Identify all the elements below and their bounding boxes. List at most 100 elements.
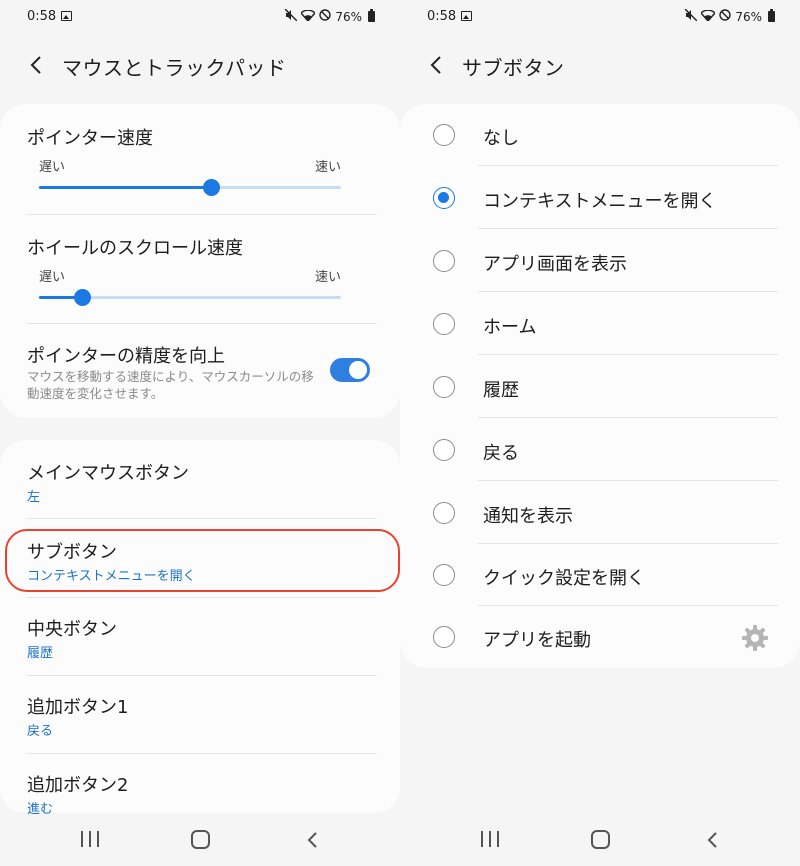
slow-label: 遅い <box>39 270 66 285</box>
divider <box>478 291 778 292</box>
divider <box>478 417 778 418</box>
mouse-buttons-card: メインマウスボタン 左 サブボタン コンテキストメニューを開く 中央ボタン 履歴… <box>0 440 400 817</box>
wifi-icon <box>300 8 317 24</box>
option-label: アプリを起動 <box>483 630 591 651</box>
recent-apps-button[interactable] <box>481 831 499 847</box>
pointer-speed-label: ポインター速度 <box>27 128 153 149</box>
option-label: クイック設定を開く <box>483 568 645 589</box>
chevron-left-icon <box>430 56 441 74</box>
battery-percent: 76% <box>335 9 362 24</box>
gear-icon[interactable] <box>741 624 769 652</box>
block-icon <box>319 9 332 24</box>
radio-button[interactable] <box>433 376 455 398</box>
option-notifications[interactable]: 通知を表示 <box>400 482 800 544</box>
app-bar: サブボタン <box>400 44 800 88</box>
option-label: 履歴 <box>483 380 519 401</box>
precision-toggle[interactable] <box>330 358 370 382</box>
pointer-speed-slider[interactable] <box>39 179 341 196</box>
scroll-speed-slider[interactable] <box>39 289 341 306</box>
item-value: 左 <box>27 490 41 505</box>
radio-button-checked[interactable] <box>433 187 455 209</box>
page-title: マウスとトラックパッド <box>62 56 287 80</box>
option-label: ホーム <box>483 317 537 338</box>
option-home[interactable]: ホーム <box>400 293 800 355</box>
item-label: 追加ボタン1 <box>27 697 129 718</box>
nav-bar <box>400 814 800 866</box>
pointer-speed-row: ポインター速度 遅い 速い <box>0 104 400 214</box>
radio-button[interactable] <box>433 313 455 335</box>
slider-fill <box>39 186 211 189</box>
chevron-left-icon <box>307 832 317 848</box>
status-time: 0:58 <box>27 9 57 24</box>
status-time: 0:58 <box>427 9 457 24</box>
item-label: 中央ボタン <box>27 619 117 640</box>
slider-thumb[interactable] <box>203 179 220 196</box>
divider <box>478 354 778 355</box>
highlight-box <box>5 529 400 592</box>
pointer-settings-card: ポインター速度 遅い 速い ホイールのスクロール速度 遅い 速い ポインターの精… <box>0 104 400 418</box>
extra-button-1-item[interactable]: 追加ボタン1 戻る <box>0 676 400 754</box>
nav-back-button[interactable] <box>305 829 319 851</box>
wifi-icon <box>700 8 717 24</box>
radio-button[interactable] <box>433 250 455 272</box>
extra-button-2-item[interactable]: 追加ボタン2 進む <box>0 754 400 817</box>
recent-apps-button[interactable] <box>81 831 99 847</box>
option-context-menu[interactable]: コンテキストメニューを開く <box>400 167 800 229</box>
back-button[interactable] <box>24 52 50 78</box>
battery-icon <box>368 9 375 22</box>
item-label: 追加ボタン2 <box>27 775 129 796</box>
gallery-icon <box>461 11 472 21</box>
middle-button-item[interactable]: 中央ボタン 履歴 <box>0 598 400 676</box>
scroll-speed-row: ホイールのスクロール速度 遅い 速い <box>0 215 400 323</box>
page-title: サブボタン <box>462 56 565 80</box>
main-mouse-button-item[interactable]: メインマウスボタン 左 <box>0 440 400 518</box>
app-bar: マウスとトラックパッド <box>0 44 400 88</box>
radio-button[interactable] <box>433 439 455 461</box>
option-history[interactable]: 履歴 <box>400 356 800 418</box>
option-label: 通知を表示 <box>483 506 573 527</box>
sub-button-options: なし コンテキストメニューを開く アプリ画面を表示 ホーム 履歴 戻る 通知を表… <box>400 104 800 668</box>
radio-button[interactable] <box>433 502 455 524</box>
fast-label: 速い <box>314 160 341 175</box>
option-label: アプリ画面を表示 <box>483 254 627 275</box>
option-label: なし <box>483 128 519 149</box>
precision-label: ポインターの精度を向上 <box>27 346 225 367</box>
divider <box>478 480 778 481</box>
nav-bar <box>0 814 400 866</box>
option-label: 戻る <box>483 443 519 464</box>
status-bar: 0:58 76% <box>400 0 800 34</box>
back-button[interactable] <box>424 52 450 78</box>
item-label: メインマウスボタン <box>27 463 189 484</box>
slider-thumb[interactable] <box>74 289 91 306</box>
option-back[interactable]: 戻る <box>400 419 800 481</box>
divider <box>478 228 778 229</box>
radio-button[interactable] <box>433 626 455 648</box>
battery-icon <box>768 9 775 22</box>
divider <box>478 165 778 166</box>
option-show-apps[interactable]: アプリ画面を表示 <box>400 230 800 292</box>
slow-label: 遅い <box>39 160 66 175</box>
option-quick-settings[interactable]: クイック設定を開く <box>400 544 800 606</box>
option-label: コンテキストメニューを開く <box>483 191 717 212</box>
chevron-left-icon <box>707 832 717 848</box>
nav-back-button[interactable] <box>705 829 719 851</box>
option-launch-app[interactable]: アプリを起動 <box>400 606 800 668</box>
radio-button[interactable] <box>433 124 455 146</box>
status-bar: 0:58 76% <box>0 0 400 34</box>
precision-description: マウスを移動する速度により、マウスカーソルの移動速度を変化させます。 <box>27 369 314 401</box>
toggle-knob <box>349 361 367 379</box>
radio-button[interactable] <box>433 564 455 586</box>
home-button[interactable] <box>191 830 210 849</box>
mouse-trackpad-screen: 0:58 76% マウスとトラックパッド ポインター速度 遅い 速い ホイールの… <box>0 0 400 866</box>
item-value: 履歴 <box>27 646 54 661</box>
block-icon <box>719 9 732 24</box>
scroll-speed-label: ホイールのスクロール速度 <box>27 238 243 259</box>
mute-icon <box>684 8 698 24</box>
item-value: 戻る <box>27 724 54 739</box>
home-button[interactable] <box>591 830 610 849</box>
option-none[interactable]: なし <box>400 104 800 166</box>
chevron-left-icon <box>30 56 41 74</box>
fast-label: 速い <box>314 270 341 285</box>
precision-row[interactable]: ポインターの精度を向上 マウスを移動する速度により、マウスカーソルの移動速度を変… <box>0 324 400 418</box>
battery-percent: 76% <box>735 9 762 24</box>
